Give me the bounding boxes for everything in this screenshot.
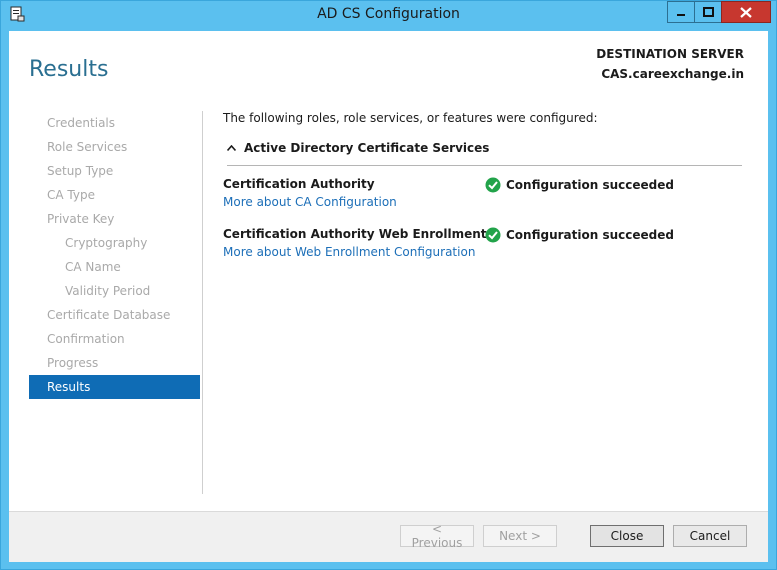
- check-circle-icon: [485, 177, 501, 193]
- nav-item-confirmation[interactable]: Confirmation: [29, 327, 200, 351]
- check-circle-icon: [485, 227, 501, 243]
- nav-item-ca-type[interactable]: CA Type: [29, 183, 200, 207]
- nav-item-cryptography[interactable]: Cryptography: [29, 231, 200, 255]
- wizard-client-area: Results DESTINATION SERVER CAS.careexcha…: [9, 31, 768, 562]
- close-window-button[interactable]: [721, 1, 771, 23]
- minimize-button[interactable]: [667, 1, 695, 23]
- status-text: Configuration succeeded: [506, 228, 674, 242]
- more-about-ca-link[interactable]: More about CA Configuration: [223, 195, 743, 209]
- nav-item-private-key[interactable]: Private Key: [29, 207, 200, 231]
- nav-item-results[interactable]: Results: [29, 375, 200, 399]
- status-succeeded: Configuration succeeded: [485, 227, 674, 243]
- wizard-footer: < Previous Next > Close Cancel: [9, 511, 768, 562]
- section-title: Active Directory Certificate Services: [244, 141, 490, 155]
- page-title: Results: [29, 57, 109, 82]
- minimize-icon: [677, 14, 685, 16]
- title-bar[interactable]: AD CS Configuration: [1, 1, 776, 29]
- nav-item-setup-type[interactable]: Setup Type: [29, 159, 200, 183]
- maximize-icon: [702, 7, 714, 17]
- app-window: AD CS Configuration Results DESTINATION …: [0, 0, 777, 570]
- status-succeeded: Configuration succeeded: [485, 177, 674, 193]
- results-intro-text: The following roles, role services, or f…: [223, 111, 598, 125]
- nav-item-validity-period[interactable]: Validity Period: [29, 279, 200, 303]
- result-row-ca: Certification Authority More about CA Co…: [223, 177, 743, 209]
- wizard-navigation: Credentials Role Services Setup Type CA …: [29, 111, 200, 399]
- nav-item-ca-name[interactable]: CA Name: [29, 255, 200, 279]
- results-content: The following roles, role services, or f…: [223, 111, 743, 259]
- status-text: Configuration succeeded: [506, 178, 674, 192]
- nav-item-role-services[interactable]: Role Services: [29, 135, 200, 159]
- more-about-web-enrollment-link[interactable]: More about Web Enrollment Configuration: [223, 245, 743, 259]
- chevron-up-icon[interactable]: [227, 145, 236, 151]
- maximize-button[interactable]: [694, 1, 722, 23]
- nav-divider: [202, 111, 203, 494]
- close-button[interactable]: Close: [590, 525, 664, 547]
- window-title: AD CS Configuration: [317, 6, 460, 22]
- next-button[interactable]: Next >: [483, 525, 557, 547]
- destination-server-value: CAS.careexchange.in: [601, 67, 744, 81]
- previous-button[interactable]: < Previous: [400, 522, 474, 550]
- nav-item-certificate-database[interactable]: Certificate Database: [29, 303, 200, 327]
- nav-item-progress[interactable]: Progress: [29, 351, 200, 375]
- close-icon: [740, 6, 752, 18]
- result-row-web-enrollment: Certification Authority Web Enrollment M…: [223, 227, 743, 259]
- section-divider: [227, 165, 742, 166]
- cancel-button[interactable]: Cancel: [673, 525, 747, 547]
- section-header[interactable]: Active Directory Certificate Services: [227, 141, 489, 155]
- destination-server-label: DESTINATION SERVER: [596, 47, 744, 61]
- nav-item-credentials[interactable]: Credentials: [29, 111, 200, 135]
